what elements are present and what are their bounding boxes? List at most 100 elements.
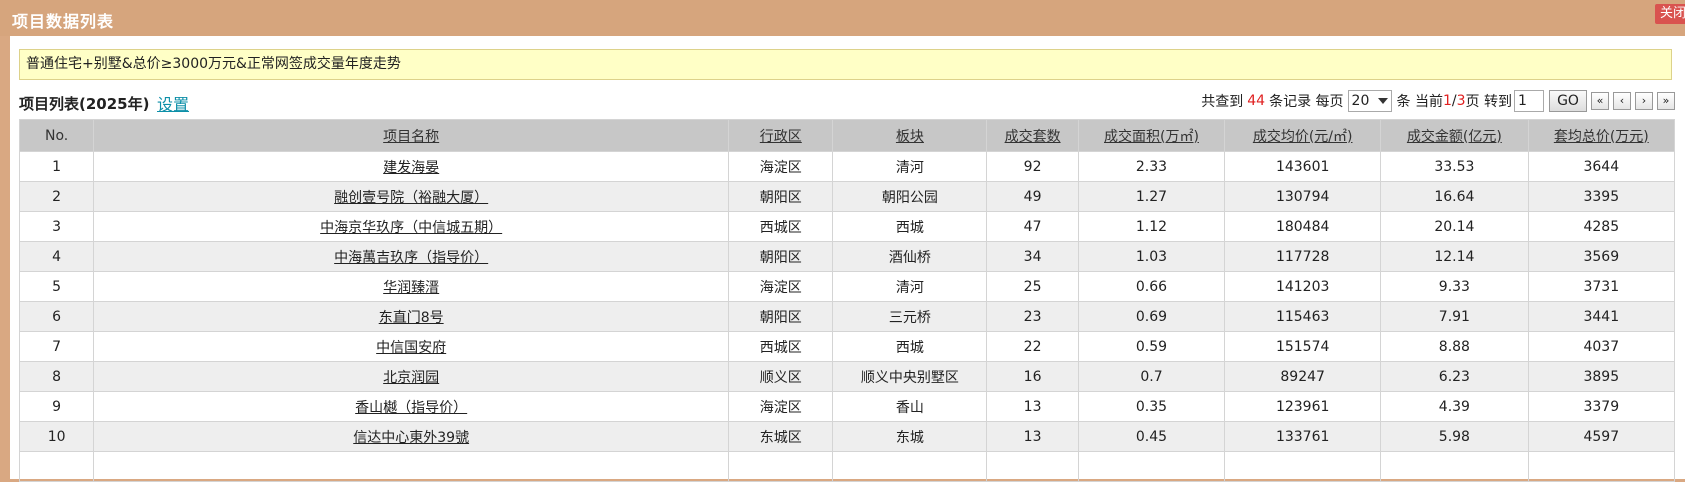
cell-amount: 12.14 bbox=[1380, 241, 1529, 272]
cell-area: 0.59 bbox=[1077, 331, 1226, 362]
cell-avg-total: 3644 bbox=[1527, 151, 1676, 182]
goto-page-input[interactable]: 1 bbox=[1514, 90, 1544, 112]
cell-district: 海淀区 bbox=[728, 271, 834, 302]
first-page-icon[interactable]: « bbox=[1591, 92, 1609, 110]
cell-district: 朝阳区 bbox=[728, 241, 834, 272]
cell-avg-total bbox=[1527, 451, 1676, 482]
cell-no: 10 bbox=[18, 421, 95, 452]
per-page-suffix: 条 当前 bbox=[1396, 94, 1443, 110]
table-row: 1 建发海晏 海淀区 清河 92 2.33 143601 33.53 3644 bbox=[18, 151, 1676, 182]
cell-avg-price: 123961 bbox=[1224, 391, 1382, 422]
cell-no: 3 bbox=[18, 211, 95, 242]
cell-project-name[interactable]: 华润臻溍 bbox=[93, 271, 730, 302]
cell-district: 东城区 bbox=[728, 421, 834, 452]
cell-project-name[interactable]: 东直门8号 bbox=[93, 301, 730, 332]
cell-units: 13 bbox=[986, 421, 1079, 452]
cell-avg-total: 4285 bbox=[1527, 211, 1676, 242]
cell-units: 92 bbox=[986, 151, 1079, 182]
cell-project-name[interactable]: 信达中心東外39號 bbox=[93, 421, 730, 452]
cell-project-name[interactable]: 中海萬吉玖序（指导价） bbox=[93, 241, 730, 272]
cell-project-name[interactable] bbox=[93, 451, 730, 482]
cell-block: 三元桥 bbox=[832, 301, 988, 332]
col-header-no: No. bbox=[18, 119, 95, 152]
cell-project-name[interactable]: 北京润园 bbox=[93, 361, 730, 392]
cell-amount: 16.64 bbox=[1380, 181, 1529, 212]
col-header-block[interactable]: 板块 bbox=[832, 119, 988, 152]
col-header-name[interactable]: 项目名称 bbox=[93, 119, 730, 152]
cell-block: 酒仙桥 bbox=[832, 241, 988, 272]
col-header-area[interactable]: 成交面积(万㎡) bbox=[1077, 119, 1226, 152]
cell-district: 海淀区 bbox=[728, 151, 834, 182]
cell-units: 23 bbox=[986, 301, 1079, 332]
cell-avg-price: 89247 bbox=[1224, 361, 1382, 392]
close-button[interactable]: 关闭 bbox=[1655, 4, 1685, 24]
col-header-units[interactable]: 成交套数 bbox=[986, 119, 1079, 152]
last-page-icon[interactable]: » bbox=[1657, 92, 1675, 110]
table-row: 8 北京润园 顺义区 顺义中央别墅区 16 0.7 89247 6.23 3895 bbox=[18, 361, 1676, 392]
cell-units: 49 bbox=[986, 181, 1079, 212]
report-subtitle: 普通住宅+别墅&总价≥3000万元&正常网签成交量年度走势 bbox=[19, 49, 1672, 80]
cell-district: 朝阳区 bbox=[728, 181, 834, 212]
cell-no: 7 bbox=[18, 331, 95, 362]
cell-project-name[interactable]: 香山樾（指导价） bbox=[93, 391, 730, 422]
cell-block: 顺义中央别墅区 bbox=[832, 361, 988, 392]
cell-no: 5 bbox=[18, 271, 95, 302]
cell-amount: 20.14 bbox=[1380, 211, 1529, 242]
table-row: 3 中海京华玖序（中信城五期） 西城区 西城 47 1.12 180484 20.14 4285 bbox=[18, 211, 1676, 242]
cell-avg-total: 3395 bbox=[1527, 181, 1676, 212]
per-page-select[interactable]: 20 bbox=[1347, 90, 1392, 112]
list-title: 项目列表(2025年) bbox=[19, 95, 150, 113]
cell-avg-price: 141203 bbox=[1224, 271, 1382, 302]
cell-district: 海淀区 bbox=[728, 391, 834, 422]
cell-project-name[interactable]: 中海京华玖序（中信城五期） bbox=[93, 211, 730, 242]
cell-no: 9 bbox=[18, 391, 95, 422]
table-body: 1 建发海晏 海淀区 清河 92 2.33 143601 33.53 3644 2 融创壹号院（裕融… bbox=[18, 151, 1676, 482]
cell-amount: 33.53 bbox=[1380, 151, 1529, 182]
table-row: 5 华润臻溍 海淀区 清河 25 0.66 141203 9.33 3731 bbox=[18, 271, 1676, 302]
cell-units: 13 bbox=[986, 391, 1079, 422]
col-header-district[interactable]: 行政区 bbox=[728, 119, 834, 152]
cell-no: 6 bbox=[18, 301, 95, 332]
col-header-avg-total[interactable]: 套均总价(万元) bbox=[1527, 119, 1676, 152]
cell-no: 2 bbox=[18, 181, 95, 212]
cell-area: 0.69 bbox=[1077, 301, 1226, 332]
cell-amount: 4.39 bbox=[1380, 391, 1529, 422]
goto-label: 页 转到 bbox=[1465, 94, 1512, 110]
cell-district: 朝阳区 bbox=[728, 301, 834, 332]
cell-avg-price: 115463 bbox=[1224, 301, 1382, 332]
prev-page-icon[interactable]: ‹ bbox=[1613, 92, 1631, 110]
cell-avg-price bbox=[1224, 451, 1382, 482]
content-panel: 普通住宅+别墅&总价≥3000万元&正常网签成交量年度走势 项目列表(2025年… bbox=[10, 36, 1685, 482]
cell-area: 1.27 bbox=[1077, 181, 1226, 212]
cell-amount: 6.23 bbox=[1380, 361, 1529, 392]
cell-amount: 7.91 bbox=[1380, 301, 1529, 332]
go-button[interactable]: GO bbox=[1549, 90, 1587, 112]
cell-project-name[interactable]: 中信国安府 bbox=[93, 331, 730, 362]
cell-district: 西城区 bbox=[728, 331, 834, 362]
next-page-icon[interactable]: › bbox=[1635, 92, 1653, 110]
cell-avg-price: 117728 bbox=[1224, 241, 1382, 272]
cell-amount: 9.33 bbox=[1380, 271, 1529, 302]
cell-area: 0.45 bbox=[1077, 421, 1226, 452]
settings-link[interactable]: 设置 bbox=[157, 91, 189, 115]
chevron-down-icon bbox=[1377, 98, 1388, 104]
cell-avg-price: 133761 bbox=[1224, 421, 1382, 452]
current-page: 1 bbox=[1442, 93, 1452, 109]
total-pages: 3 bbox=[1456, 93, 1466, 109]
cell-project-name[interactable]: 建发海晏 bbox=[93, 151, 730, 182]
cell-area: 1.12 bbox=[1077, 211, 1226, 242]
cell-no: 4 bbox=[18, 241, 95, 272]
cell-avg-price: 143601 bbox=[1224, 151, 1382, 182]
cell-avg-total: 3569 bbox=[1527, 241, 1676, 272]
table-row: 7 中信国安府 西城区 西城 22 0.59 151574 8.88 4037 bbox=[18, 331, 1676, 362]
cell-area: 0.7 bbox=[1077, 361, 1226, 392]
col-header-avg-price[interactable]: 成交均价(元/㎡) bbox=[1224, 119, 1382, 152]
col-header-amount[interactable]: 成交金额(亿元) bbox=[1380, 119, 1529, 152]
cell-avg-price: 130794 bbox=[1224, 181, 1382, 212]
cell-units: 22 bbox=[986, 331, 1079, 362]
window-title: 项目数据列表 bbox=[12, 12, 115, 31]
cell-amount: 8.88 bbox=[1380, 331, 1529, 362]
cell-project-name[interactable]: 融创壹号院（裕融大厦） bbox=[93, 181, 730, 212]
cell-amount: 5.98 bbox=[1380, 421, 1529, 452]
table-row: 10 信达中心東外39號 东城区 东城 13 0.45 133761 5.98 4597 bbox=[18, 421, 1676, 452]
